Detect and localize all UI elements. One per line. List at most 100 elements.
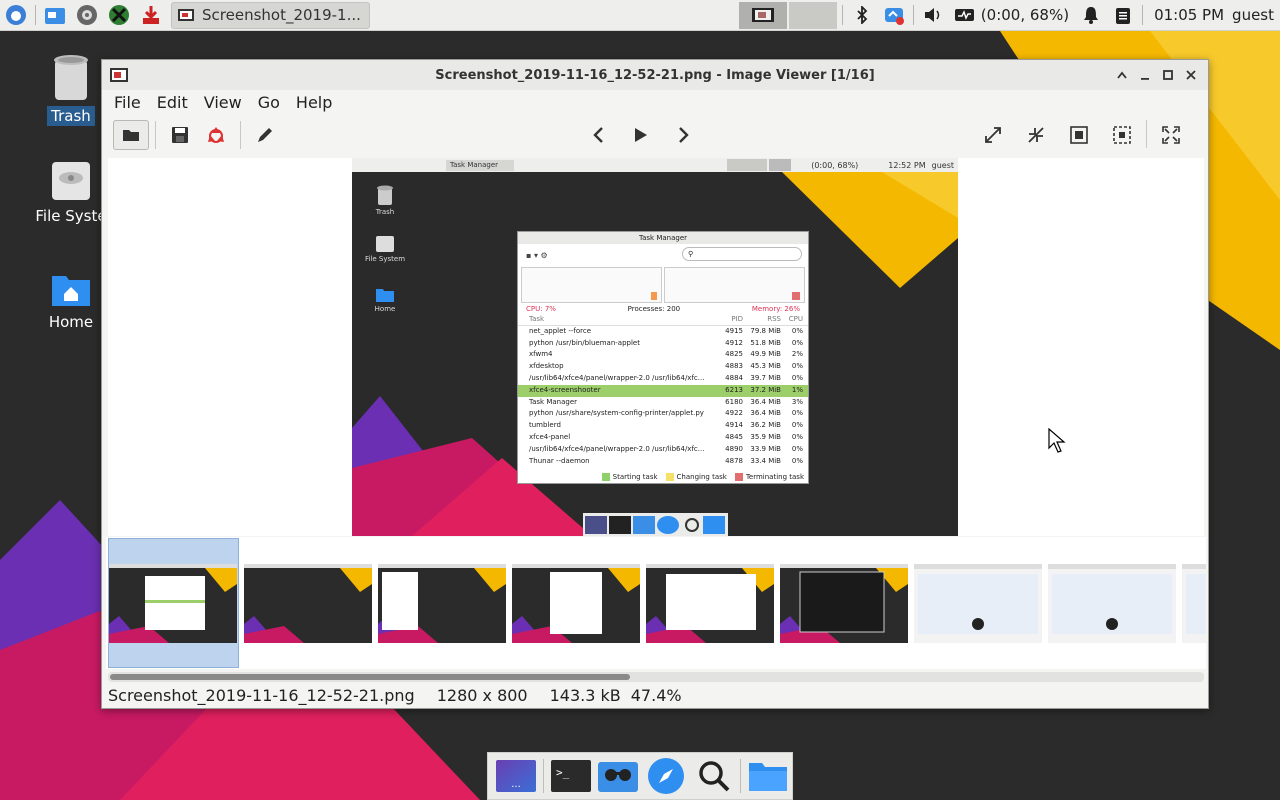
dock-show-desktop[interactable]: ... (492, 754, 540, 798)
delete-button[interactable] (198, 120, 234, 150)
close-icon (1185, 70, 1196, 80)
dock-file-manager[interactable] (594, 754, 642, 798)
image-tm-cell: python /usr/bin/blueman-applet (529, 338, 640, 347)
image-tm-row: python /usr/share/system-config-printer/… (518, 408, 808, 420)
roll-up-button[interactable] (1110, 60, 1133, 90)
image-tm-cell: xfdesktop (529, 362, 564, 371)
image-tm-row: Thunar --daemon 4878 33.4 MiB 0% (518, 456, 808, 468)
volume-icon[interactable] (917, 0, 949, 31)
desktop-icon-label: Trash (47, 106, 95, 126)
image-tm-cell: Task (529, 315, 545, 323)
image-tm-cell: 33.4 MiB (750, 456, 781, 465)
thumbnail-8[interactable] (1048, 564, 1176, 643)
taskbar-label: Screenshot_2019-1... (202, 6, 361, 24)
image-tm-cell: 39.7 MiB (750, 373, 781, 382)
thumbnail-2[interactable] (244, 564, 372, 643)
image-tm-legend-item: Changing task (665, 473, 727, 481)
thumbnail-5[interactable] (646, 564, 774, 643)
dock-search[interactable] (690, 754, 738, 798)
downloads-icon[interactable] (135, 0, 167, 31)
edit-button[interactable] (247, 120, 283, 150)
whisker-menu-icon[interactable] (0, 0, 32, 31)
search-icon (698, 761, 729, 792)
menu-file[interactable]: File (108, 93, 147, 112)
svg-text:...: ... (511, 779, 521, 790)
thumbnail-6[interactable] (780, 564, 908, 643)
menu-go[interactable]: Go (252, 93, 286, 112)
workspace-1[interactable] (738, 1, 787, 29)
desktop-icon-label: File Syste (35, 207, 107, 225)
image-tm-cell: 36.4 MiB (750, 397, 781, 406)
clipboard-icon[interactable] (1107, 0, 1139, 31)
xfce-tool-icon[interactable] (103, 0, 135, 31)
window-title: Screenshot_2019-11-16_12-52-21.png - Ima… (435, 67, 875, 83)
close-button[interactable] (1179, 60, 1202, 90)
zoom-original-button[interactable] (1018, 120, 1054, 150)
mouse-cursor-icon (1048, 428, 1066, 453)
desktop-icon-label: Home (48, 313, 94, 331)
menubar: File Edit View Go Help (102, 90, 1208, 114)
dock-terminal[interactable]: >_ (547, 754, 595, 798)
image-tm-cell: 3% (791, 397, 803, 406)
menu-edit[interactable]: Edit (151, 93, 194, 112)
user-name[interactable]: guest (1232, 6, 1274, 24)
taskbar-image-viewer[interactable]: Screenshot_2019-1... (171, 1, 370, 29)
image-tm-cell: RSS (767, 315, 781, 323)
workspace-2[interactable] (788, 1, 837, 29)
chevron-right-icon (679, 127, 689, 143)
image-tm-cell: 0% (791, 373, 803, 382)
save-button[interactable] (162, 120, 198, 150)
pencil-icon (258, 128, 272, 142)
scrollbar-thumb[interactable] (110, 674, 630, 680)
file-manager-icon (598, 762, 639, 792)
image-viewport[interactable]: Task Manager (0:00, 68%) 12:52 PM guest … (108, 158, 1204, 536)
image-tm-cell: xfce4-panel (529, 432, 571, 441)
image-tm-stats: CPU: 7% Processes: 200 Memory: 26% (518, 304, 808, 314)
panel-separator (912, 5, 914, 25)
open-button[interactable] (113, 120, 149, 150)
fullscreen-button[interactable] (1153, 120, 1189, 150)
image-tm-cell: 36.4 MiB (750, 409, 781, 418)
image-tm-legend-item: Terminating task (734, 473, 804, 481)
image-tm-cell: 79.8 MiB (750, 326, 781, 335)
thumbnail-1[interactable] (109, 564, 237, 643)
thumbnail-9[interactable] (1182, 564, 1206, 643)
home-folder-icon (52, 276, 90, 306)
zoom-in-button[interactable] (1061, 120, 1097, 150)
network-icon[interactable] (878, 0, 910, 31)
image-tm-cell: 4878 (725, 456, 743, 465)
status-zoom: 47.4% (630, 685, 682, 705)
zoom-out-button[interactable] (1104, 120, 1140, 150)
file-manager-icon[interactable] (39, 0, 71, 31)
thumbnail-7[interactable] (914, 564, 1042, 643)
settings-icon[interactable] (71, 0, 103, 31)
thumbnail-scrollbar[interactable] (108, 672, 1204, 682)
battery-icon[interactable] (949, 0, 981, 31)
menu-view[interactable]: View (198, 93, 248, 112)
thumbnail-4[interactable] (512, 564, 640, 643)
image-tm-cell: 4922 (725, 409, 743, 418)
image-tm-search: ⚲ (682, 247, 802, 261)
image-tm-cell: 4884 (725, 373, 743, 382)
menu-help[interactable]: Help (290, 93, 338, 112)
bluetooth-icon[interactable] (846, 0, 878, 31)
notifications-bell-icon[interactable] (1075, 0, 1107, 31)
chevron-up-icon (1116, 71, 1127, 79)
clock[interactable]: 01:05 PM (1154, 6, 1224, 24)
image-tm-cell: 33.9 MiB (750, 444, 781, 453)
thumbnail-3[interactable] (378, 564, 506, 643)
minimize-icon (1140, 78, 1149, 80)
minimize-button[interactable] (1133, 60, 1156, 90)
previous-image-button[interactable] (580, 120, 616, 150)
slideshow-button[interactable] (623, 120, 659, 150)
window-titlebar[interactable]: Screenshot_2019-11-16_12-52-21.png - Ima… (102, 60, 1208, 90)
zoom-fit-button[interactable] (975, 120, 1011, 150)
dock-web-browser[interactable] (642, 754, 690, 798)
next-image-button[interactable] (666, 120, 702, 150)
dock-folder[interactable] (744, 754, 792, 798)
image-tm-memory: Memory: 26% (751, 305, 800, 313)
zoom-box-in-icon (1070, 126, 1088, 144)
maximize-button[interactable] (1156, 60, 1179, 90)
image-tm-cell: 0% (791, 409, 803, 418)
image-tm-title: Task Manager (518, 232, 808, 244)
